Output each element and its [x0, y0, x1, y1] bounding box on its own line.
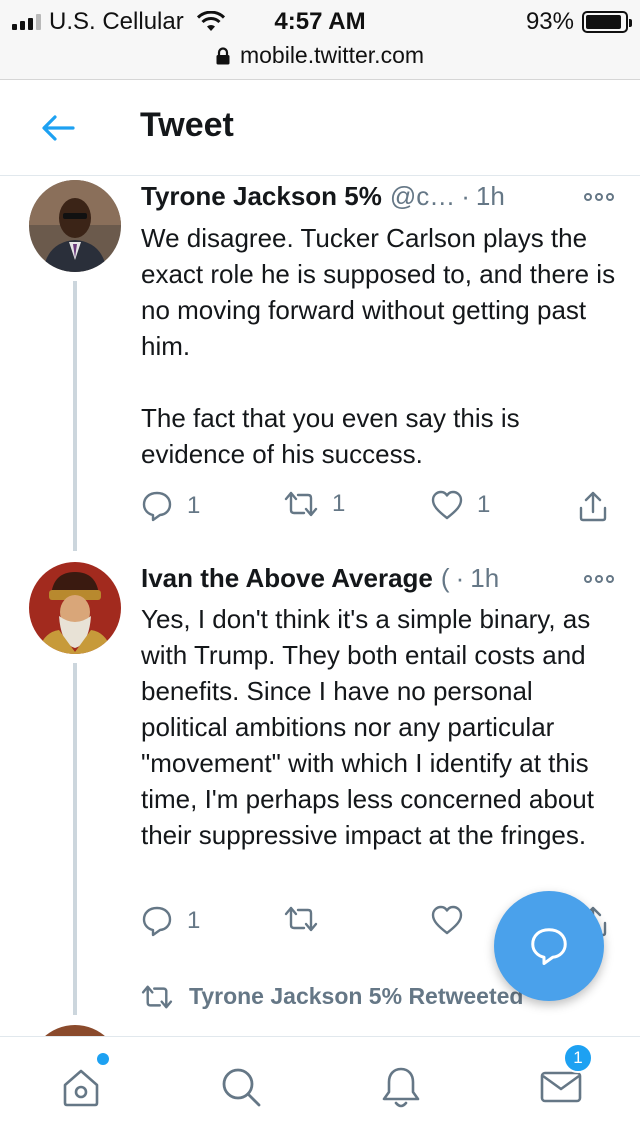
lock-icon — [216, 46, 230, 64]
tweet-header: Ivan the Above Average ( · 1h — [141, 563, 614, 594]
user-handle[interactable]: @c… — [390, 181, 455, 212]
more-options-icon[interactable] — [576, 192, 614, 201]
tweet-text: We disagree. Tucker Carlson plays the ex… — [141, 223, 616, 469]
display-name[interactable]: Tyrone Jackson 5% — [141, 181, 382, 212]
heart-icon — [431, 490, 463, 520]
nav-search[interactable] — [215, 1061, 267, 1113]
page-header: Tweet — [0, 80, 640, 176]
envelope-icon — [540, 1071, 582, 1103]
new-content-dot — [97, 1053, 109, 1065]
compose-reply-button[interactable] — [494, 891, 604, 1001]
tweet-actions: 1 1 1 — [141, 490, 621, 530]
share-button[interactable] — [577, 490, 609, 522]
home-icon — [63, 1069, 99, 1107]
retweet-count: 1 — [332, 490, 346, 517]
page-title: Tweet — [140, 106, 234, 144]
display-name[interactable]: Ivan the Above Average — [141, 563, 433, 594]
retweet-button[interactable] — [284, 905, 318, 933]
tweet-header: Tyrone Jackson 5% @c… · 1h — [141, 181, 614, 212]
reply-count: 1 — [187, 492, 201, 519]
back-arrow-icon — [42, 115, 75, 141]
retweet-icon — [141, 985, 173, 1008]
reply-icon — [142, 906, 172, 937]
like-button[interactable] — [431, 905, 463, 935]
status-bar: U.S. Cellular 4:57 AM 93% mobile.twitter… — [0, 0, 640, 80]
bottom-navigation: 1 — [0, 1036, 640, 1136]
separator-dot: · — [461, 181, 470, 211]
like-count: 1 — [477, 491, 491, 518]
tweet-text: Yes, I don't think it's a simple binary,… — [141, 604, 602, 850]
like-button[interactable]: 1 — [431, 490, 490, 520]
thread-line — [73, 281, 77, 551]
battery-percent: 93% — [525, 8, 574, 35]
avatar-image — [29, 562, 121, 654]
reply-icon — [142, 491, 172, 522]
avatar-image — [29, 180, 121, 272]
retweet-icon — [284, 906, 318, 932]
heart-icon — [431, 905, 463, 935]
reply-count: 1 — [187, 907, 201, 934]
more-options-icon[interactable] — [576, 574, 614, 583]
avatar[interactable] — [29, 562, 121, 654]
retweet-icon — [284, 491, 318, 517]
separator-dot: · — [455, 563, 465, 593]
tweet-time[interactable]: 1h — [470, 563, 499, 594]
thread-line — [73, 663, 77, 1015]
tweet-time[interactable]: 1h — [476, 181, 505, 212]
messages-badge: 1 — [563, 1043, 593, 1073]
nav-home[interactable] — [55, 1053, 109, 1113]
retweet-context-label: Tyrone Jackson 5% Retweeted — [189, 983, 524, 1009]
nav-messages[interactable]: 1 — [535, 1043, 593, 1113]
reply-bubble-icon — [531, 928, 567, 965]
address-bar[interactable]: mobile.twitter.com — [0, 42, 640, 69]
battery-icon — [582, 11, 632, 33]
nav-notifications[interactable] — [375, 1061, 427, 1113]
user-handle[interactable]: ( — [441, 563, 450, 594]
bell-icon — [382, 1067, 420, 1108]
search-icon — [222, 1068, 261, 1107]
url-text: mobile.twitter.com — [239, 42, 425, 68]
status-right: 93% — [525, 8, 632, 36]
back-button[interactable] — [38, 108, 78, 148]
retweet-context: Tyrone Jackson 5% Retweeted — [141, 983, 523, 1010]
reply-button[interactable]: 1 — [141, 905, 200, 937]
share-icon — [579, 491, 607, 522]
retweet-button[interactable]: 1 — [284, 490, 345, 518]
reply-button[interactable]: 1 — [141, 490, 200, 522]
avatar[interactable] — [29, 180, 121, 272]
